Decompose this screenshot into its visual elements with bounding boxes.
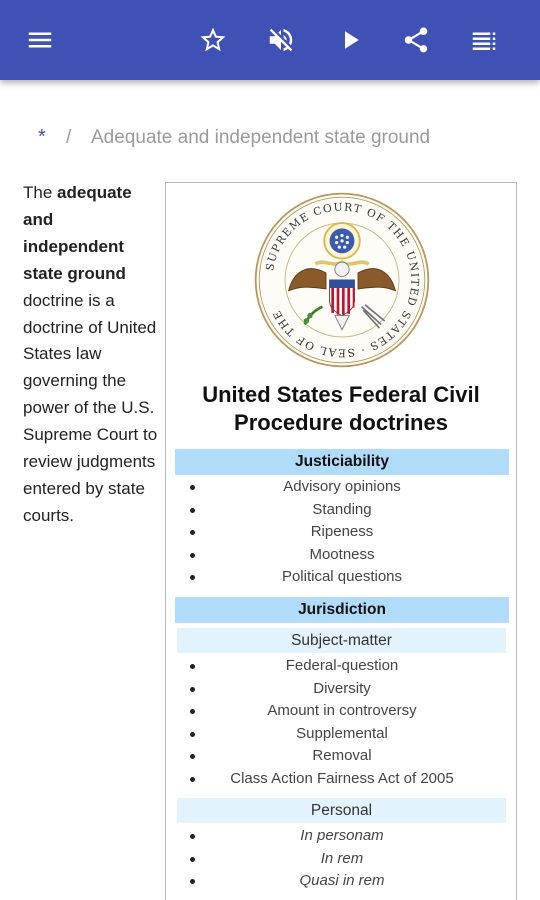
lead-intro: The	[23, 183, 58, 202]
play-icon	[345, 31, 359, 49]
list-item[interactable]: Ripeness	[175, 521, 509, 544]
subsection-personal: Personal	[177, 798, 506, 823]
breadcrumb: * / Adequate and independent state groun…	[0, 124, 540, 156]
infobox-title: United States Federal Civil Procedure do…	[202, 382, 480, 435]
share-button[interactable]	[396, 20, 436, 60]
favorite-button[interactable]	[193, 20, 233, 60]
contents-button[interactable]	[464, 20, 504, 60]
justiciability-list: Advisory opinions Standing Ripeness Moot…	[175, 476, 509, 589]
menu-button[interactable]	[20, 20, 60, 60]
menu-icon	[28, 32, 52, 48]
list-item[interactable]: Mootness	[175, 544, 509, 567]
lead-paragraph: The adequate and independent state groun…	[23, 180, 158, 530]
mute-button[interactable]	[261, 20, 301, 60]
play-button[interactable]	[330, 20, 370, 60]
list-item[interactable]: Diversity	[175, 678, 509, 701]
section-header-jurisdiction: Jurisdiction	[175, 597, 509, 623]
list-item[interactable]: Amount in controversy	[175, 700, 509, 723]
share-icon	[404, 27, 428, 53]
subject-matter-list: Federal-question Diversity Amount in con…	[175, 655, 509, 791]
list-item[interactable]: Class Action Fairness Act of 2005	[175, 768, 509, 791]
list-item[interactable]: Standing	[175, 499, 509, 522]
breadcrumb-home-link[interactable]: *	[38, 126, 46, 149]
list-item[interactable]: Quasi in rem	[175, 870, 509, 893]
lead-rest: doctrine is a doctrine of United States …	[23, 290, 158, 525]
volume-off-icon	[269, 28, 293, 52]
app-bar	[0, 0, 540, 80]
breadcrumb-separator: /	[66, 127, 72, 148]
list-item[interactable]: In rem	[175, 848, 509, 871]
list-item[interactable]: Political questions	[175, 566, 509, 589]
list-item[interactable]: In personam	[175, 825, 509, 848]
infobox: SUPREME COURT OF THE UNITED STATES · SEA…	[165, 182, 517, 900]
breadcrumb-current: Adequate and independent state ground	[91, 127, 431, 148]
list-item[interactable]: Advisory opinions	[175, 476, 509, 499]
star-outline-icon	[200, 27, 226, 52]
playlist-icon	[472, 32, 496, 50]
list-item[interactable]: Removal	[175, 745, 509, 768]
section-header-justiciability: Justiciability	[175, 449, 509, 475]
subsection-subject-matter: Subject-matter	[177, 628, 506, 653]
supreme-court-seal-image: SUPREME COURT OF THE UNITED STATES · SEA…	[254, 192, 430, 368]
list-item[interactable]: Supplemental	[175, 723, 509, 746]
list-item[interactable]: Federal-question	[175, 655, 509, 678]
personal-list: In personam In rem Quasi in rem	[175, 825, 509, 893]
